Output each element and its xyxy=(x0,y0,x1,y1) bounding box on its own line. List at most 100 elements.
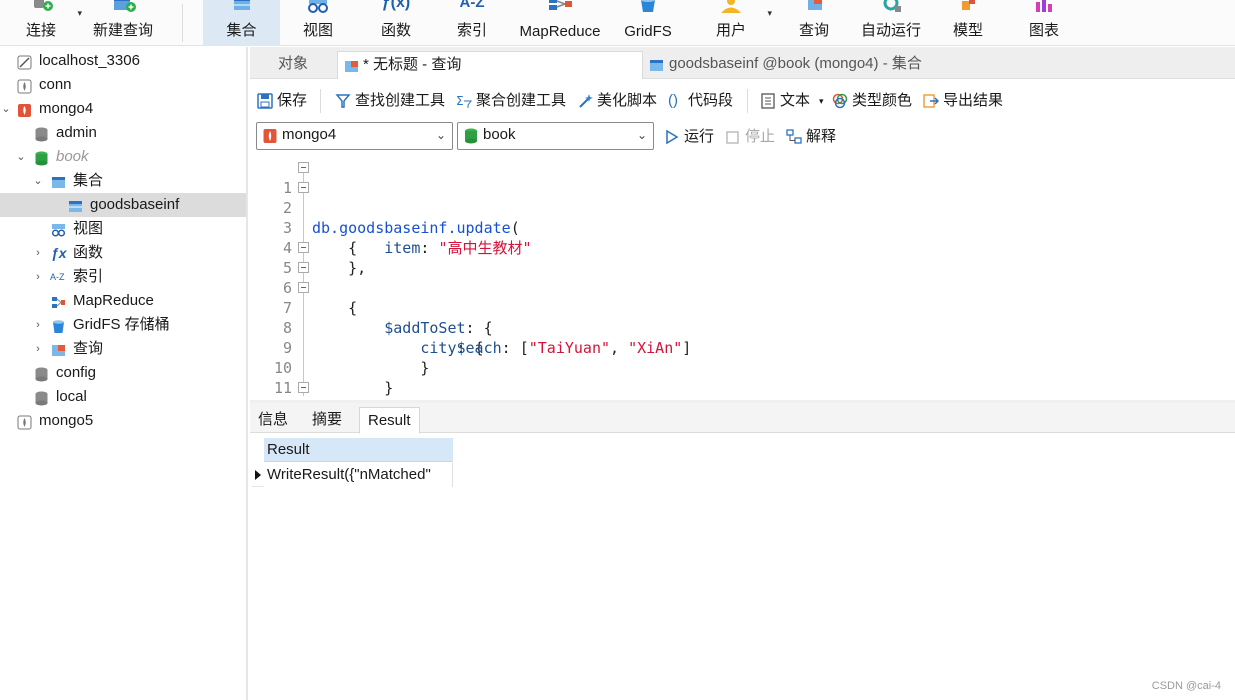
sidebar-item-gridfs[interactable]: › GridFS 存储桶 xyxy=(0,313,246,337)
chevron-down-icon: ⌄ xyxy=(435,128,446,142)
chevron-down-icon[interactable]: ▾ xyxy=(77,8,82,19)
sidebar-item-book[interactable]: ⌄ book xyxy=(0,145,246,169)
index-button[interactable]: A-Z 索引 xyxy=(444,0,500,46)
automation-button[interactable]: 自动运行 xyxy=(856,0,926,46)
chevron-right-icon[interactable]: › xyxy=(32,241,44,265)
fold-toggle-icon[interactable] xyxy=(298,182,309,193)
beautify-script-button[interactable]: 美化脚本 xyxy=(577,89,661,113)
document-text-icon xyxy=(760,93,776,109)
sidebar-item-queries[interactable]: › 查询 xyxy=(0,337,246,361)
chevron-down-icon[interactable]: ▾ xyxy=(767,8,772,19)
sidebar-item-views[interactable]: 视图 xyxy=(0,217,246,241)
tab-untitled-query[interactable]: * 无标题 - 查询 xyxy=(337,51,643,79)
play-icon xyxy=(664,129,680,145)
model-button[interactable]: 模型 xyxy=(940,0,996,46)
explain-button[interactable]: 解释 xyxy=(786,125,842,149)
main-toolbar: 连接 ▾ 新建查询 集合 视图 ƒ(x) 函数 A-Z 索引 MapReduce… xyxy=(0,0,1235,46)
chevron-down-icon[interactable]: ⌄ xyxy=(32,169,44,193)
result-column-header[interactable]: Result xyxy=(264,438,453,462)
chevron-right-icon[interactable]: › xyxy=(32,337,44,361)
sidebar-item-goodsbaseinf[interactable]: goodsbaseinf xyxy=(0,193,246,217)
sidebar-item-conn[interactable]: conn xyxy=(0,73,246,97)
type-color-button[interactable]: 类型颜色 xyxy=(832,89,916,113)
stop-icon xyxy=(725,129,741,145)
code-line: 3 item: "高中生教材" xyxy=(282,219,532,257)
tab-objects[interactable]: 对象 xyxy=(278,51,338,79)
code-line: 5 { xyxy=(250,238,1235,317)
chart-button[interactable]: 图表 xyxy=(1016,0,1072,46)
svg-text:Σ: Σ xyxy=(456,94,464,108)
fold-toggle-icon[interactable] xyxy=(298,162,309,173)
code-snippet-icon: () xyxy=(668,92,678,109)
export-results-button[interactable]: 导出结果 xyxy=(923,89,1007,113)
save-button[interactable]: 保存 xyxy=(257,89,317,113)
code-line: 10 } xyxy=(273,359,394,397)
fold-toggle-icon[interactable] xyxy=(298,242,309,253)
gridfs-bucket-icon xyxy=(634,0,662,18)
user-icon xyxy=(717,0,745,18)
fold-toggle-icon[interactable] xyxy=(298,262,309,273)
sidebar-item-localhost-3306[interactable]: localhost_3306 xyxy=(0,49,246,73)
code-line: 11 }, xyxy=(273,379,366,400)
query-code-editor[interactable]: 1 db.goodsbaseinf.update( 2 { 3 item: "高… xyxy=(250,156,1235,400)
function-button[interactable]: ƒ(x) 函数 xyxy=(368,0,424,46)
chevron-down-icon[interactable]: ⌄ xyxy=(15,145,27,169)
query-editor-toolbar: 保存 查找创建工具 Σ 聚合创建工具 美化脚本 () 代码段 文本 ▾ 类型颜色 xyxy=(250,86,1235,116)
fold-toggle-icon[interactable] xyxy=(298,382,309,393)
chevron-down-icon[interactable]: ▾ xyxy=(819,89,824,113)
sidebar-item-admin[interactable]: admin xyxy=(0,121,246,145)
mongodb-connection-icon xyxy=(17,414,32,430)
tab-summary[interactable]: 摘要 xyxy=(304,407,350,434)
toolbar-divider xyxy=(182,4,183,42)
collection-table-icon xyxy=(68,198,83,213)
chevron-right-icon[interactable]: › xyxy=(32,265,44,289)
query-icon xyxy=(51,342,66,357)
run-button[interactable]: 运行 xyxy=(664,125,720,149)
sidebar-item-collections[interactable]: ⌄ 集合 xyxy=(0,169,246,193)
collection-tab-icon xyxy=(649,56,664,71)
mapreduce-button[interactable]: MapReduce xyxy=(514,0,606,46)
tab-result[interactable]: Result xyxy=(359,407,420,434)
find-builder-icon xyxy=(335,93,351,109)
connection-select[interactable]: mongo4 ⌄ xyxy=(256,122,453,150)
sidebar-item-functions[interactable]: › ƒx 函数 xyxy=(0,241,246,265)
result-grid[interactable]: Result WriteResult({"nMatched" xyxy=(252,437,453,488)
sidebar-item-mapreduce[interactable]: MapReduce xyxy=(0,289,246,313)
find-builder-button[interactable]: 查找创建工具 xyxy=(335,89,447,113)
code-snippet-button[interactable]: () 代码段 xyxy=(668,89,738,113)
user-button[interactable]: 用户 ▾ xyxy=(706,0,772,46)
mongodb-connection-icon xyxy=(263,128,277,144)
result-cell[interactable]: WriteResult({"nMatched" xyxy=(264,463,453,487)
sidebar-item-indexes[interactable]: › A-Z 索引 xyxy=(0,265,246,289)
stop-button[interactable]: 停止 xyxy=(725,125,781,149)
aggregate-builder-button[interactable]: Σ 聚合创建工具 xyxy=(456,89,568,113)
collection-button[interactable]: 集合 xyxy=(203,0,280,46)
mongodb-connection-icon xyxy=(17,78,32,94)
tab-info[interactable]: 信息 xyxy=(250,407,296,434)
toolbar-divider xyxy=(747,89,748,113)
gridfs-button[interactable]: GridFS xyxy=(620,0,676,46)
query-button[interactable]: 查询 xyxy=(786,0,842,46)
sidebar-item-mongo4[interactable]: ⌄ mongo4 xyxy=(0,97,246,121)
connect-button[interactable]: 连接 ▾ xyxy=(10,0,82,46)
new-query-button[interactable]: 新建查询 xyxy=(90,0,156,46)
database-icon xyxy=(34,126,49,142)
database-select[interactable]: book ⌄ xyxy=(457,122,654,150)
mapreduce-icon xyxy=(545,0,575,18)
view-icon xyxy=(51,222,66,237)
sidebar-item-config[interactable]: config xyxy=(0,361,246,385)
automation-icon xyxy=(877,0,905,18)
tab-goodsbaseinf-collection[interactable]: goodsbaseinf @book (mongo4) - 集合 xyxy=(643,51,1043,79)
sidebar-item-local[interactable]: local xyxy=(0,385,246,409)
database-icon xyxy=(34,390,49,406)
view-button[interactable]: 视图 xyxy=(290,0,346,46)
sidebar-item-mongo5[interactable]: mongo5 xyxy=(0,409,246,433)
query-tab-icon xyxy=(344,57,359,72)
aggregate-builder-icon: Σ xyxy=(456,93,472,109)
chevron-down-icon[interactable]: ⌄ xyxy=(0,97,12,121)
mapreduce-icon xyxy=(51,294,66,309)
text-view-button[interactable]: 文本 ▾ xyxy=(760,89,826,113)
fold-toggle-icon[interactable] xyxy=(298,282,309,293)
table-row[interactable]: WriteResult({"nMatched" xyxy=(252,463,453,487)
chevron-right-icon[interactable]: › xyxy=(32,313,44,337)
